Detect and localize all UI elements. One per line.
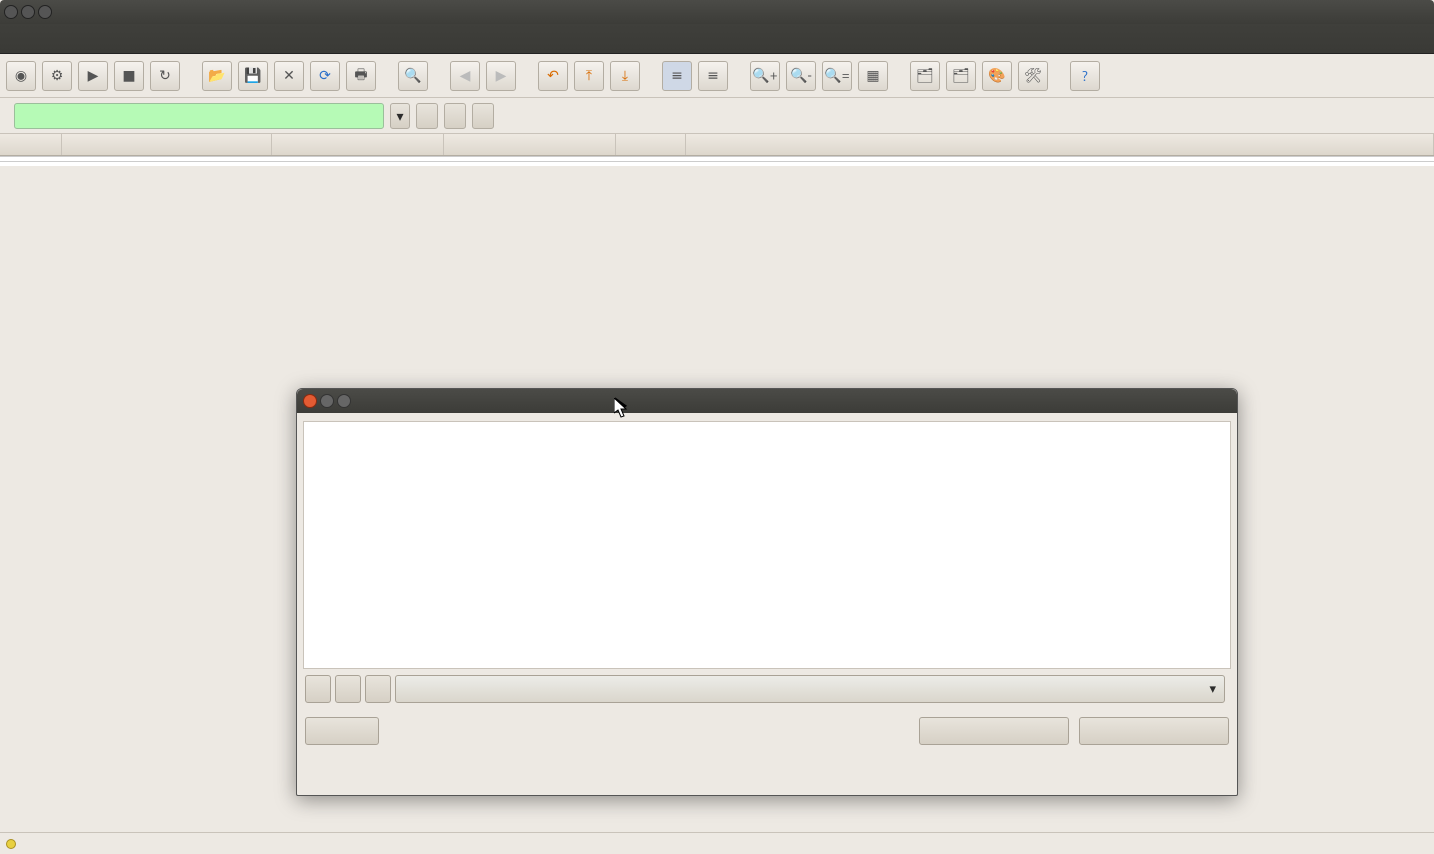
find-icon[interactable]: 🔍 <box>398 61 428 91</box>
autoscroll-icon[interactable]: ≡ <box>698 61 728 91</box>
close-button[interactable] <box>1079 717 1229 745</box>
follow-tcp-stream-dialog: ▾ <box>296 388 1238 796</box>
col-no[interactable] <box>0 134 62 155</box>
col-time[interactable] <box>62 134 272 155</box>
start-icon[interactable]: ▶ <box>78 61 108 91</box>
status-led-icon <box>6 839 16 849</box>
jump-last-icon[interactable]: ⤓ <box>610 61 640 91</box>
save-as-button[interactable] <box>335 675 361 703</box>
dialog-maximize-icon[interactable] <box>337 394 351 408</box>
hex-pane[interactable] <box>0 161 1434 166</box>
interfaces-icon[interactable]: ◉ <box>6 61 36 91</box>
display-filter-icon[interactable]: 🗂 <box>946 61 976 91</box>
conversation-select[interactable]: ▾ <box>395 675 1225 703</box>
stop-icon[interactable]: ■ <box>114 61 144 91</box>
filter-dropdown-icon[interactable]: ▾ <box>390 103 410 129</box>
save-icon[interactable]: 💾 <box>238 61 268 91</box>
coloring-rules-icon[interactable]: 🎨 <box>982 61 1012 91</box>
zoom-in-icon[interactable]: 🔍+ <box>750 61 780 91</box>
resize-cols-icon[interactable]: ▦ <box>858 61 888 91</box>
dialog-actions: ▾ <box>297 669 1237 709</box>
jump-prev-icon[interactable]: ↶ <box>538 61 568 91</box>
capture-filter-icon[interactable]: 🗂 <box>910 61 940 91</box>
clear-button[interactable] <box>444 103 466 129</box>
col-dst[interactable] <box>444 134 616 155</box>
dialog-close-icon[interactable] <box>303 394 317 408</box>
packet-list-header[interactable] <box>0 134 1434 156</box>
zoom-out-icon[interactable]: 🔍- <box>786 61 816 91</box>
jump-first-icon[interactable]: ⤒ <box>574 61 604 91</box>
titlebar <box>0 0 1434 24</box>
dialog-minimize-icon[interactable] <box>320 394 334 408</box>
colorize-icon[interactable]: ≡ <box>662 61 692 91</box>
help-button[interactable] <box>305 717 379 745</box>
maximize-icon[interactable] <box>38 5 52 19</box>
stream-content-label <box>297 413 1237 421</box>
restart-icon[interactable]: ↻ <box>150 61 180 91</box>
filter-input[interactable] <box>14 103 384 129</box>
forward-icon[interactable]: ▶ <box>486 61 516 91</box>
help-icon[interactable]: ? <box>1070 61 1100 91</box>
filterbar: ▾ <box>0 98 1434 134</box>
dialog-bottom <box>297 709 1237 753</box>
packet-list[interactable] <box>0 134 1434 156</box>
statusbar <box>0 832 1434 854</box>
options-icon[interactable]: ⚙ <box>42 61 72 91</box>
prefs-icon[interactable]: 🛠 <box>1018 61 1048 91</box>
close-icon[interactable] <box>4 5 18 19</box>
delete-icon[interactable]: ✕ <box>274 61 304 91</box>
apply-button[interactable] <box>472 103 494 129</box>
print-icon[interactable]: 🖶 <box>346 61 376 91</box>
chevron-down-icon: ▾ <box>1209 682 1216 697</box>
minimize-icon[interactable] <box>21 5 35 19</box>
zoom-reset-icon[interactable]: 🔍= <box>822 61 852 91</box>
col-info[interactable] <box>686 134 1434 155</box>
reload-icon[interactable]: ⟳ <box>310 61 340 91</box>
filter-out-stream-button[interactable] <box>919 717 1069 745</box>
dialog-titlebar[interactable] <box>297 389 1237 413</box>
col-src[interactable] <box>272 134 444 155</box>
expression-button[interactable] <box>416 103 438 129</box>
menubar <box>0 24 1434 54</box>
stream-content[interactable] <box>303 421 1231 669</box>
col-proto[interactable] <box>616 134 686 155</box>
back-icon[interactable]: ◀ <box>450 61 480 91</box>
toolbar: ◉ ⚙ ▶ ■ ↻ 📂 💾 ✕ ⟳ 🖶 🔍 ◀ ▶ ↶ ⤒ ⤓ ≡ ≡ 🔍+ 🔍… <box>0 54 1434 98</box>
find-button[interactable] <box>305 675 331 703</box>
open-icon[interactable]: 📂 <box>202 61 232 91</box>
print-button[interactable] <box>365 675 391 703</box>
